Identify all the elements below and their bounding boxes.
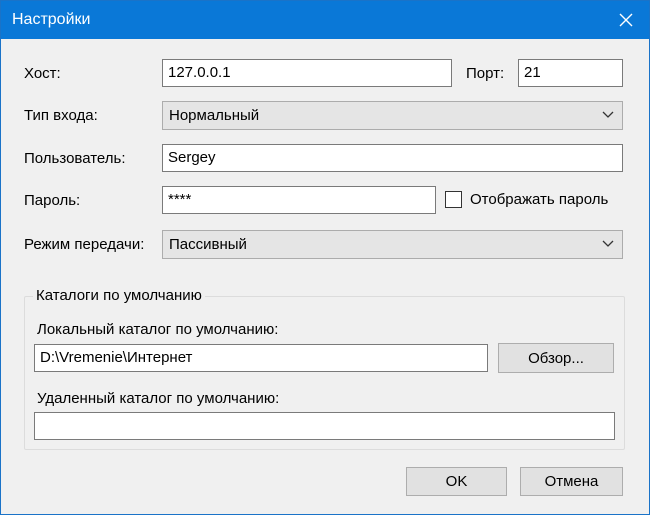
local-dir-input[interactable]: D:\Vremenie\Интернет (34, 344, 488, 372)
password-label: Пароль: (24, 192, 81, 209)
window-title: Настройки (12, 11, 91, 28)
local-dir-label: Локальный каталог по умолчанию: (37, 321, 279, 338)
show-password-label[interactable]: Отображать пароль (470, 191, 608, 208)
transfer-mode-label: Режим передачи: (24, 236, 145, 253)
login-type-select[interactable]: Нормальный (162, 101, 623, 130)
remote-dir-label: Удаленный каталог по умолчанию: (37, 390, 280, 407)
host-input[interactable]: 127.0.0.1 (162, 59, 452, 87)
close-icon (619, 13, 633, 27)
transfer-mode-value: Пассивный (169, 236, 247, 253)
show-password-checkbox[interactable] (445, 191, 462, 208)
user-input[interactable]: Sergey (162, 144, 623, 172)
password-input[interactable]: **** (162, 186, 436, 214)
chevron-down-icon (602, 240, 614, 247)
default-directories-title: Каталоги по умолчанию (33, 287, 205, 304)
chevron-down-icon (602, 111, 614, 118)
browse-button[interactable]: Обзор... (498, 343, 614, 373)
cancel-button[interactable]: Отмена (520, 467, 623, 496)
port-label: Порт: (466, 65, 505, 82)
transfer-mode-select[interactable]: Пассивный (162, 230, 623, 259)
ok-button[interactable]: OK (406, 467, 507, 496)
settings-dialog: Настройки Хост: 127.0.0.1 Порт: 21 Тип в… (0, 0, 650, 515)
user-label: Пользователь: (24, 150, 126, 167)
title-bar: Настройки (1, 1, 649, 39)
port-input[interactable]: 21 (518, 59, 623, 87)
login-type-label: Тип входа: (24, 107, 98, 124)
host-label: Хост: (24, 65, 61, 82)
remote-dir-input[interactable] (34, 412, 615, 440)
close-button[interactable] (603, 1, 649, 39)
login-type-value: Нормальный (169, 107, 260, 124)
